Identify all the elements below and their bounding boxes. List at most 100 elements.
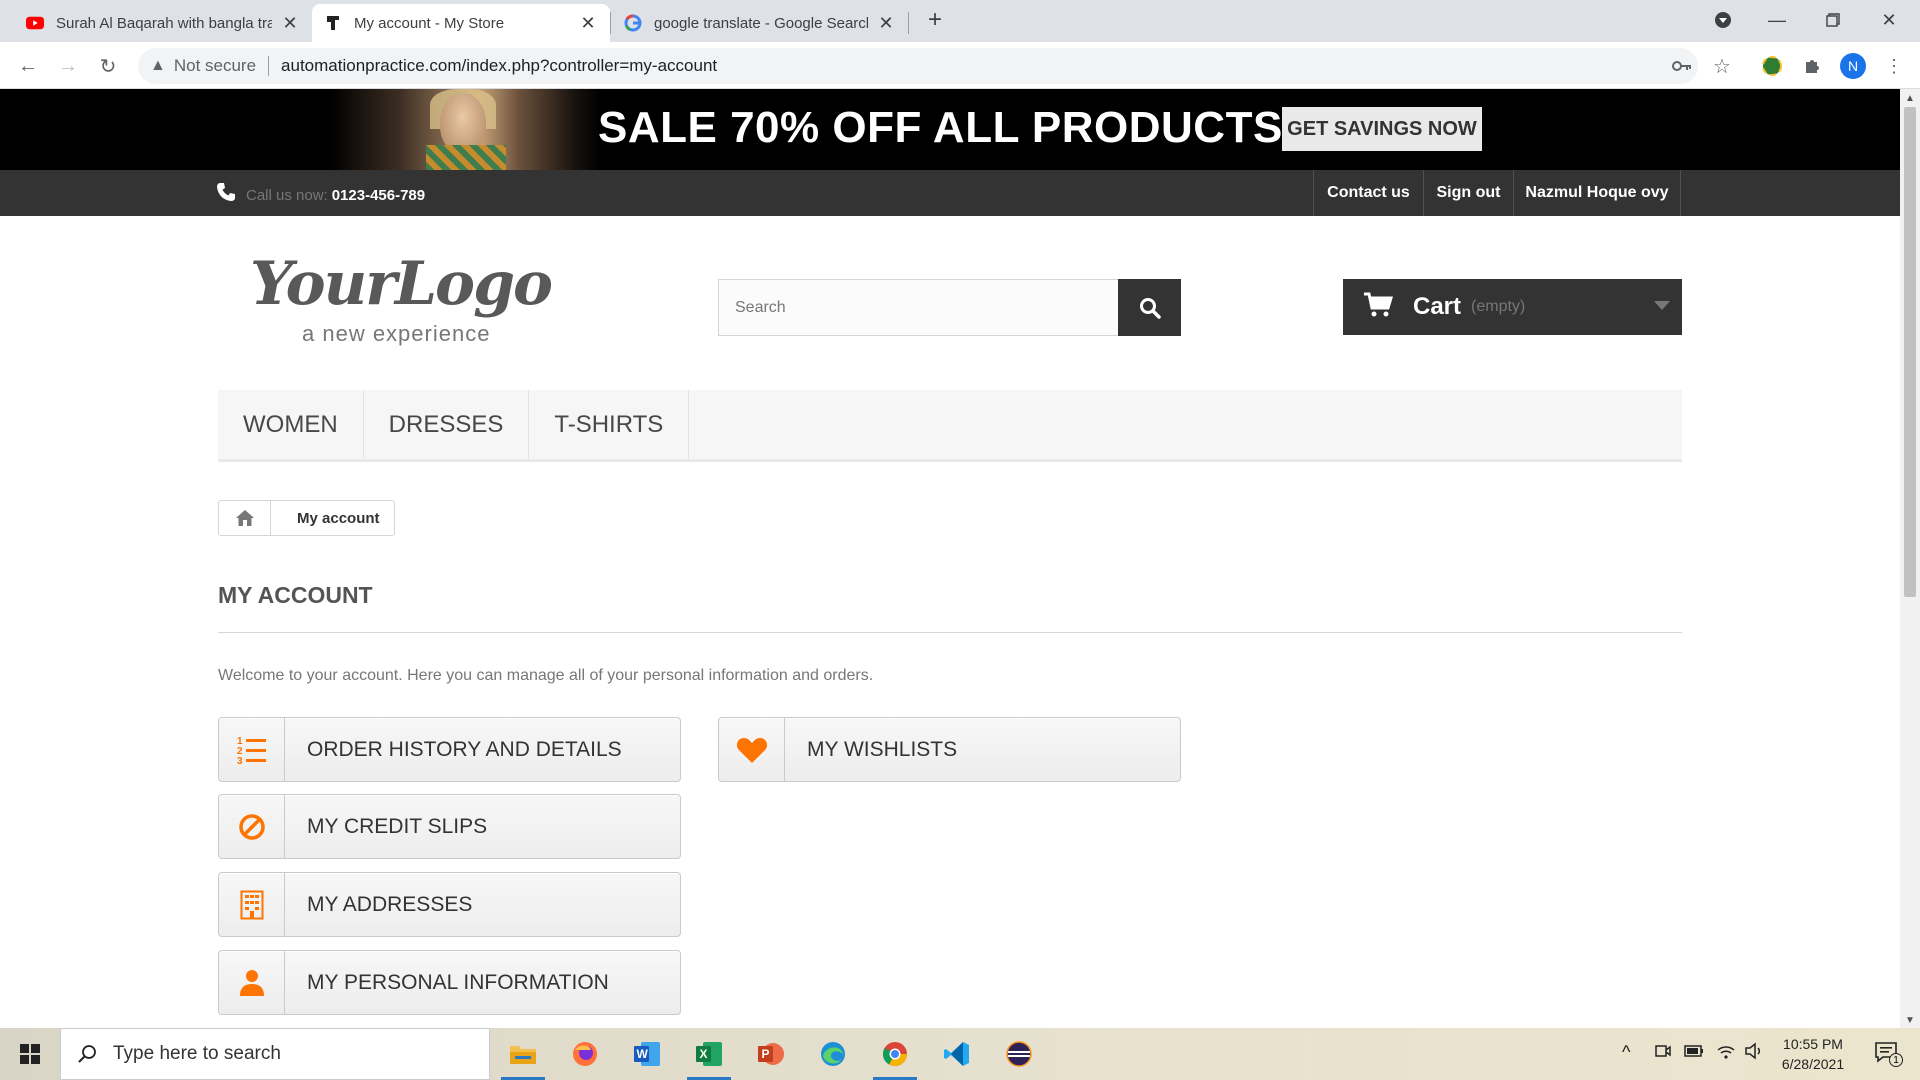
close-window-icon[interactable]: ✕ xyxy=(1866,0,1912,40)
volume-icon[interactable] xyxy=(1744,1042,1764,1065)
meet-now-icon[interactable] xyxy=(1654,1042,1672,1065)
list-ordered-icon: 123 xyxy=(219,718,285,781)
windows-start-icon[interactable] xyxy=(0,1028,60,1080)
breadcrumb: My account xyxy=(218,500,395,536)
menu-item-dresses[interactable]: Dresses xyxy=(364,390,530,459)
banner-model-image xyxy=(330,89,600,170)
address-bar[interactable]: ▲ Not secure automationpractice.com/inde… xyxy=(138,48,1698,84)
breadcrumb-home[interactable] xyxy=(219,501,271,535)
chevron-up-icon[interactable]: ^ xyxy=(1622,1042,1630,1063)
order-history-button[interactable]: 123 Order history and details xyxy=(218,717,681,782)
google-icon xyxy=(624,14,642,32)
chrome-icon[interactable] xyxy=(865,1028,925,1080)
close-tab-icon[interactable]: ✕ xyxy=(280,13,300,33)
wifi-icon[interactable] xyxy=(1716,1042,1736,1065)
menu-item-women[interactable]: Women xyxy=(218,390,364,459)
svg-text:3: 3 xyxy=(237,756,243,766)
back-icon[interactable]: ← xyxy=(12,50,44,82)
tab-title: google translate - Google Search xyxy=(654,14,868,32)
store-logo[interactable]: YourLogo a new experience xyxy=(250,249,610,359)
close-tab-icon[interactable]: ✕ xyxy=(876,13,896,33)
button-label: My wishlists xyxy=(807,737,958,761)
file-explorer-icon[interactable] xyxy=(493,1028,553,1080)
notifications-icon[interactable]: 1 xyxy=(1874,1040,1903,1071)
chevron-down-icon xyxy=(1654,301,1670,310)
system-clock[interactable]: 10:55 PM 6/28/2021 xyxy=(1768,1034,1858,1074)
scrollbar-thumb[interactable] xyxy=(1904,107,1916,597)
tab-google-search[interactable]: google translate - Google Search ✕ xyxy=(612,4,908,42)
edge-icon[interactable] xyxy=(803,1028,863,1080)
page-viewport: SALE 70% OFF ALL PRODUCTS GET SAVINGS NO… xyxy=(0,89,1900,1028)
phone-icon xyxy=(216,182,236,208)
omnibox-separator xyxy=(268,56,270,76)
windows-taskbar: Type here to search W X P ^ 10:55 PM 6/2… xyxy=(0,1028,1920,1080)
restore-icon[interactable] xyxy=(1810,0,1856,40)
word-icon[interactable]: W xyxy=(617,1028,677,1080)
breadcrumb-current: My account xyxy=(297,509,380,527)
call-label: Call us now: xyxy=(246,186,328,204)
minimize-icon[interactable]: — xyxy=(1754,0,1800,40)
tab-search-icon[interactable] xyxy=(1700,0,1746,40)
powerpoint-icon[interactable]: P xyxy=(741,1028,801,1080)
button-label: My credit slips xyxy=(307,814,488,838)
bookmark-star-icon[interactable]: ☆ xyxy=(1708,52,1736,80)
building-icon xyxy=(219,873,285,936)
youtube-icon xyxy=(26,14,44,32)
security-label[interactable]: Not secure xyxy=(174,56,256,76)
clock-date: 6/28/2021 xyxy=(1781,1056,1845,1072)
store-icon xyxy=(324,14,342,32)
account-name-link[interactable]: Nazmul Hoque ovy xyxy=(1513,170,1681,216)
key-icon[interactable] xyxy=(1668,52,1696,80)
credit-slips-button[interactable]: My credit slips xyxy=(218,794,681,859)
contact-us-link[interactable]: Contact us xyxy=(1313,170,1423,216)
get-savings-button[interactable]: GET SAVINGS NOW xyxy=(1282,107,1482,151)
user-icon xyxy=(219,951,285,1014)
new-tab-icon[interactable]: + xyxy=(912,0,958,40)
phone-number: 0123-456-789 xyxy=(331,186,426,204)
tab-my-account[interactable]: My account - My Store ✕ xyxy=(312,4,610,42)
promo-banner[interactable]: SALE 70% OFF ALL PRODUCTS GET SAVINGS NO… xyxy=(0,89,1900,170)
clock-time: 10:55 PM xyxy=(1783,1036,1843,1052)
url-text[interactable]: automationpractice.com/index.php?control… xyxy=(281,56,717,76)
cart-status: (empty) xyxy=(1471,298,1526,315)
tab-title: My account - My Store xyxy=(354,14,505,32)
ban-icon xyxy=(219,795,285,858)
svg-text:P: P xyxy=(762,1047,770,1061)
warning-icon[interactable]: ▲ xyxy=(150,57,166,75)
search-box xyxy=(718,279,1181,336)
reload-icon[interactable]: ↻ xyxy=(92,50,124,82)
battery-icon[interactable] xyxy=(1684,1044,1704,1063)
kebab-menu-icon[interactable]: ⋮ xyxy=(1880,52,1908,80)
search-icon xyxy=(1139,297,1161,319)
search-button[interactable] xyxy=(1118,279,1181,336)
excel-icon[interactable]: X xyxy=(679,1028,739,1080)
personal-information-button[interactable]: My personal information xyxy=(218,950,681,1015)
page-title: My account xyxy=(218,582,373,608)
logo-tagline: a new experience xyxy=(302,321,491,346)
close-tab-icon[interactable]: ✕ xyxy=(578,13,598,33)
scroll-down-icon[interactable]: ▼ xyxy=(1905,1015,1915,1026)
scroll-up-icon[interactable]: ▲ xyxy=(1905,93,1915,104)
extension-globe-icon[interactable] xyxy=(1758,52,1786,80)
cart-icon xyxy=(1363,292,1394,323)
firefox-icon[interactable] xyxy=(555,1028,615,1080)
vscode-icon[interactable] xyxy=(927,1028,987,1080)
svg-text:X: X xyxy=(700,1047,708,1061)
taskbar-search-input[interactable]: Type here to search xyxy=(60,1028,490,1080)
menu-item-tshirts[interactable]: T-shirts xyxy=(529,390,690,459)
profile-avatar[interactable]: N xyxy=(1840,53,1866,79)
puzzle-icon[interactable] xyxy=(1798,52,1826,80)
cart-button[interactable]: Cart (empty) xyxy=(1343,279,1682,335)
page-scrollbar[interactable]: ▲ ▼ xyxy=(1900,89,1920,1028)
forward-icon[interactable]: → xyxy=(52,50,84,82)
eclipse-icon[interactable] xyxy=(989,1028,1049,1080)
top-nav-bar: Call us now: 0123-456-789 Contact us Sig… xyxy=(0,170,1900,216)
tab-youtube[interactable]: Surah Al Baqarah with bangla tra ✕ xyxy=(14,4,312,42)
banner-sale-text: SALE 70% OFF ALL PRODUCTS xyxy=(598,103,1283,152)
search-input[interactable] xyxy=(719,280,1119,335)
sign-out-link[interactable]: Sign out xyxy=(1423,170,1513,216)
wishlists-button[interactable]: My wishlists xyxy=(718,717,1181,782)
search-icon xyxy=(77,1044,97,1064)
button-label: Order history and details xyxy=(307,737,622,761)
addresses-button[interactable]: My addresses xyxy=(218,872,681,937)
